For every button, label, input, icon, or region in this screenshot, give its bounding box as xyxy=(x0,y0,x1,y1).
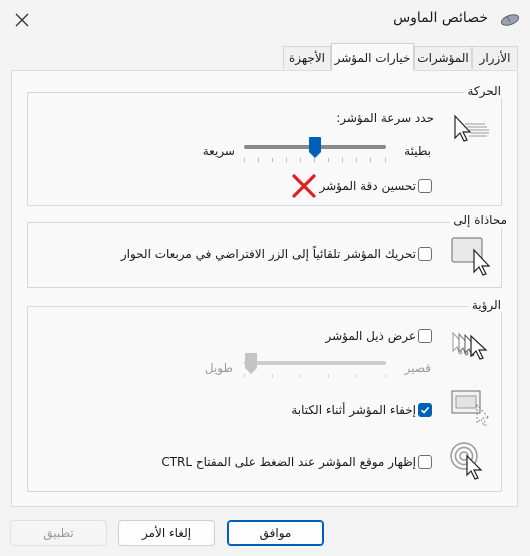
ok-button[interactable]: موافق xyxy=(227,520,324,546)
snap-to-legend: محاذاة إلى xyxy=(450,213,510,227)
show-location-icon xyxy=(448,440,492,483)
tab-hardware[interactable]: الأجهزة xyxy=(283,46,331,69)
pointer-speed-label: حدد سرعة المؤشر: xyxy=(336,111,434,125)
close-button[interactable] xyxy=(6,6,38,34)
tab-pointers-label: المؤشرات xyxy=(417,51,469,65)
snap-to-label: تحريك المؤشر تلقائياً إلى الزر الافتراضي… xyxy=(120,247,416,261)
pointer-speed-icon xyxy=(449,110,491,149)
checkmark-icon xyxy=(420,406,430,414)
tab-buttons-label: الأزرار xyxy=(479,51,511,65)
cancel-button[interactable]: إلغاء الأمر xyxy=(118,520,215,546)
hide-while-typing-icon xyxy=(449,389,493,432)
ok-button-label: موافق xyxy=(259,526,292,540)
window-title: خصائص الماوس xyxy=(393,10,488,26)
tab-pointer-options-label: خيارات المؤشر xyxy=(334,50,411,65)
cancel-button-label: إلغاء الأمر xyxy=(141,526,192,540)
hide-while-typing-label: إخفاء المؤشر أثناء الكتابة xyxy=(291,403,416,417)
apply-button[interactable]: تطبيق xyxy=(10,520,107,546)
visibility-legend: الرؤية xyxy=(468,298,504,312)
tab-buttons[interactable]: الأزرار xyxy=(472,46,518,69)
tab-pointers[interactable]: المؤشرات xyxy=(414,46,472,69)
trails-slider-thumb[interactable] xyxy=(244,352,258,379)
snap-to-checkbox[interactable] xyxy=(418,247,432,261)
hide-while-typing-checkbox[interactable] xyxy=(418,403,432,417)
pointer-speed-slider[interactable] xyxy=(244,134,386,164)
pointer-trails-label: عرض ذيل المؤشر xyxy=(325,329,417,343)
tab-hardware-label: الأجهزة xyxy=(288,51,326,65)
speed-slider-thumb[interactable] xyxy=(308,136,322,163)
show-location-label: إظهار موقع المؤشر عند الضغط على المفتاح … xyxy=(161,455,416,469)
tab-pointer-options[interactable]: خيارات المؤشر xyxy=(331,43,414,71)
pointer-trails-slider[interactable] xyxy=(244,350,386,380)
trails-short-label: قصير xyxy=(404,361,431,375)
speed-slow-label: بطيئة xyxy=(404,144,431,158)
mouse-app-icon xyxy=(500,13,520,30)
precision-checkbox[interactable] xyxy=(418,179,432,193)
trails-slider-ticks xyxy=(244,374,386,378)
speed-fast-label: سريعة xyxy=(202,144,235,158)
precision-label: تحسين دقة المؤشر xyxy=(319,179,417,193)
close-icon xyxy=(15,13,29,27)
apply-button-label: تطبيق xyxy=(43,526,74,540)
trails-long-label: طويل xyxy=(204,361,233,375)
snap-to-default-icon xyxy=(450,236,494,279)
pointer-trails-checkbox[interactable] xyxy=(418,329,432,343)
red-x-annotation-icon xyxy=(291,173,317,202)
motion-legend: الحركة xyxy=(464,84,504,98)
trails-slider-track xyxy=(244,361,386,365)
show-location-checkbox[interactable] xyxy=(418,455,432,469)
pointer-trails-icon xyxy=(449,327,493,366)
